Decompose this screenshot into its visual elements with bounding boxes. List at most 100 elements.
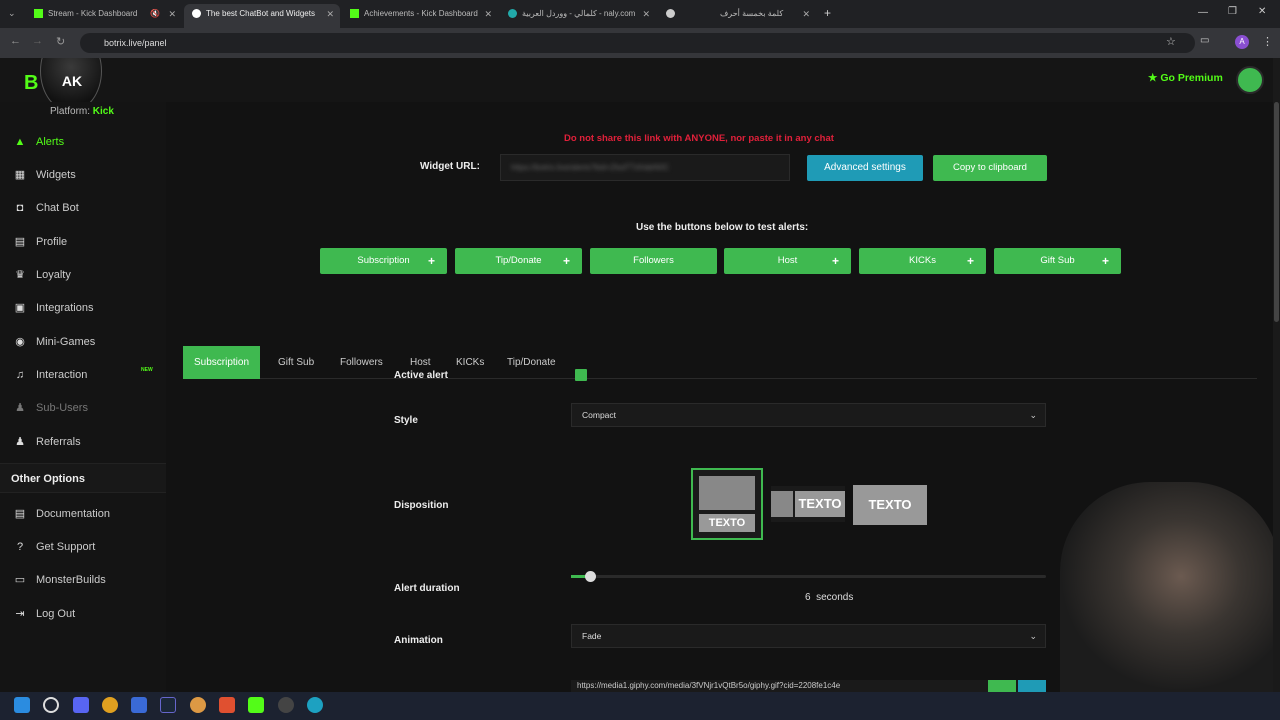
tab-gift-sub[interactable]: Gift Sub [267,346,325,379]
sidebar-item-referrals[interactable]: ♟ Referrals [14,433,81,451]
kick-icon[interactable] [248,697,264,713]
app-icon[interactable] [131,697,147,713]
close-icon[interactable]: ✕ [642,4,650,24]
close-icon[interactable]: ✕ [484,4,492,24]
sidebar-item-widgets[interactable]: ▦ Widgets [14,166,76,184]
browser-tab-stream[interactable]: Stream - Kick Dashboard 🔇 ✕ [26,4,182,28]
test-heading: Use the buttons below to test alerts: [636,222,809,233]
sidebar-item-integrations[interactable]: ▣ Integrations [14,299,94,317]
site-header: B AK ★ Go Premium [0,58,1280,112]
sidebar-item-mini-games[interactable]: ◉ Mini-Games [14,333,95,351]
image-url-field[interactable]: https://media1.giphy.com/media/3fVNjr1vQ… [571,680,1046,692]
cast-icon[interactable]: ▭ [1200,35,1209,46]
sidebar-item-alerts[interactable]: ▲ Alerts [14,133,65,151]
copy-clipboard-button[interactable]: Copy to clipboard [933,155,1047,181]
browser-toolbar: ← → ↻ botrix.live/panel ☆ ▭ A ⋮ [0,28,1280,58]
sidebar: Platform: Kick ▲ Alerts ▦ Widgets ◘ Chat Bo… [0,102,166,692]
forward-icon[interactable]: → [32,35,43,47]
browser-tab-wordle[interactable]: كلمالي - ووردل العربية - naly.com ✕ [500,4,656,28]
advanced-settings-button[interactable]: Advanced settings [807,155,923,181]
go-premium-link[interactable]: ★ Go Premium [1148,72,1223,84]
logout-icon: ⇥ [15,608,25,620]
sidebar-item-get-support[interactable]: ? Get Support [14,538,95,556]
browser-tab-botrix[interactable]: The best ChatBot and Widgets ✕ [184,4,340,28]
disposition-option-overlay[interactable]: TEXTO [853,485,927,525]
reload-icon[interactable]: ↻ [56,35,65,48]
sidebar-item-label: Chat Bot [36,202,79,214]
tab-title: Achievements - Kick Dashboard [364,9,478,18]
tab-title: كلمالي - ووردل العربية - naly.com [522,9,636,18]
mute-icon[interactable]: 🔇 [150,4,160,24]
chrome-active-icon[interactable] [190,697,206,713]
tab-tip-donate[interactable]: Tip/Donate [496,346,567,379]
page-scrollbar[interactable] [1273,58,1280,692]
animation-label: Animation [394,635,443,646]
browser-menu-icon[interactable]: ⋮ [1262,35,1273,48]
globe-icon [508,9,517,19]
music-icon: ♫ [15,369,25,381]
discord-icon[interactable] [73,697,89,713]
disposition-option-side[interactable]: TEXTO [771,486,845,522]
edge-icon[interactable] [307,697,323,713]
sidebar-item-label: Get Support [36,541,96,553]
sidebar-item-interaction[interactable]: ♫ Interaction [14,366,88,384]
sidebar-item-documentation[interactable]: ▤ Documentation [14,505,110,523]
referral-icon: ♟ [15,436,25,448]
sidebar-item-label: Loyalty [36,269,71,281]
minimize-icon[interactable]: — [1198,7,1208,18]
chrome-icon[interactable] [102,697,118,713]
tab-followers[interactable]: Followers [329,346,394,379]
obs-icon[interactable] [278,697,294,713]
test-kicks-button[interactable]: KICKs + [859,248,986,274]
back-icon[interactable]: ← [10,35,21,47]
brave-icon[interactable] [219,697,235,713]
sidebar-item-sub-users[interactable]: ♟ Sub-Users [14,399,88,417]
upload-button[interactable] [988,680,1016,692]
sidebar-item-monsterbuilds[interactable]: ▭ MonsterBuilds [14,571,106,589]
windows-start-icon[interactable] [14,697,30,713]
tab-subscription[interactable]: Subscription [183,346,261,379]
gallery-button[interactable] [1018,680,1046,692]
sidebar-item-loyalty[interactable]: ♛ Loyalty [14,266,71,284]
animation-select[interactable]: Fade ⌄ [571,624,1046,648]
test-tip-donate-button[interactable]: Tip/Donate + [455,248,582,274]
test-subscription-button[interactable]: Subscription + [320,248,447,274]
kick-icon [34,9,43,19]
new-tab-button[interactable]: + [824,6,831,20]
sidebar-item-chat-bot[interactable]: ◘ Chat Bot [14,199,79,217]
search-icon[interactable] [43,697,59,713]
test-gift-sub-button[interactable]: Gift Sub + [994,248,1121,274]
url-text: botrix.live/panel [104,38,167,48]
slider-handle[interactable] [585,571,596,582]
image-url-value: https://media1.giphy.com/media/3fVNjr1vQ… [577,681,841,690]
bookmark-star-icon[interactable]: ☆ [1166,35,1176,48]
test-followers-button[interactable]: Followers [590,248,717,274]
steam-icon[interactable] [160,697,176,713]
tab-kicks[interactable]: KICKs [445,346,495,379]
sidebar-item-log-out[interactable]: ⇥ Log Out [14,605,75,623]
plus-icon: + [427,254,435,268]
address-bar[interactable]: botrix.live/panel [80,33,1195,53]
profile-avatar[interactable]: A [1235,35,1249,49]
widget-url-field[interactable]: https://botrix.live/alerts?bid=ZlsdTTdVa… [500,154,790,181]
maximize-icon[interactable]: ❐ [1228,6,1237,17]
close-icon[interactable]: ✕ [326,4,334,24]
browser-tab-achievements[interactable]: Achievements - Kick Dashboard ✕ [342,4,498,28]
alert-duration-slider[interactable] [571,571,1046,582]
tab-title: كلمة بخمسة أحرف [720,9,784,18]
style-select[interactable]: Compact ⌄ [571,403,1046,427]
tab-search-icon[interactable]: ⌄ [8,8,16,19]
scrollbar-thumb[interactable] [1274,102,1279,322]
active-alert-checkbox[interactable] [575,369,587,381]
robot-icon: ◘ [16,202,24,214]
close-icon[interactable]: ✕ [168,4,176,24]
sidebar-item-profile[interactable]: ▤ Profile [14,233,67,251]
disposition-option-stacked[interactable]: TEXTO [691,468,763,540]
user-avatar[interactable] [1236,66,1264,94]
botrix-logo[interactable]: B [24,72,38,95]
window-close-icon[interactable]: ✕ [1258,6,1266,17]
test-button-label: Gift Sub [1040,255,1075,266]
test-host-button[interactable]: Host + [724,248,851,274]
close-icon[interactable]: ✕ [802,4,810,24]
browser-tab-arabic[interactable]: كلمة بخمسة أحرف ✕ [658,4,816,28]
